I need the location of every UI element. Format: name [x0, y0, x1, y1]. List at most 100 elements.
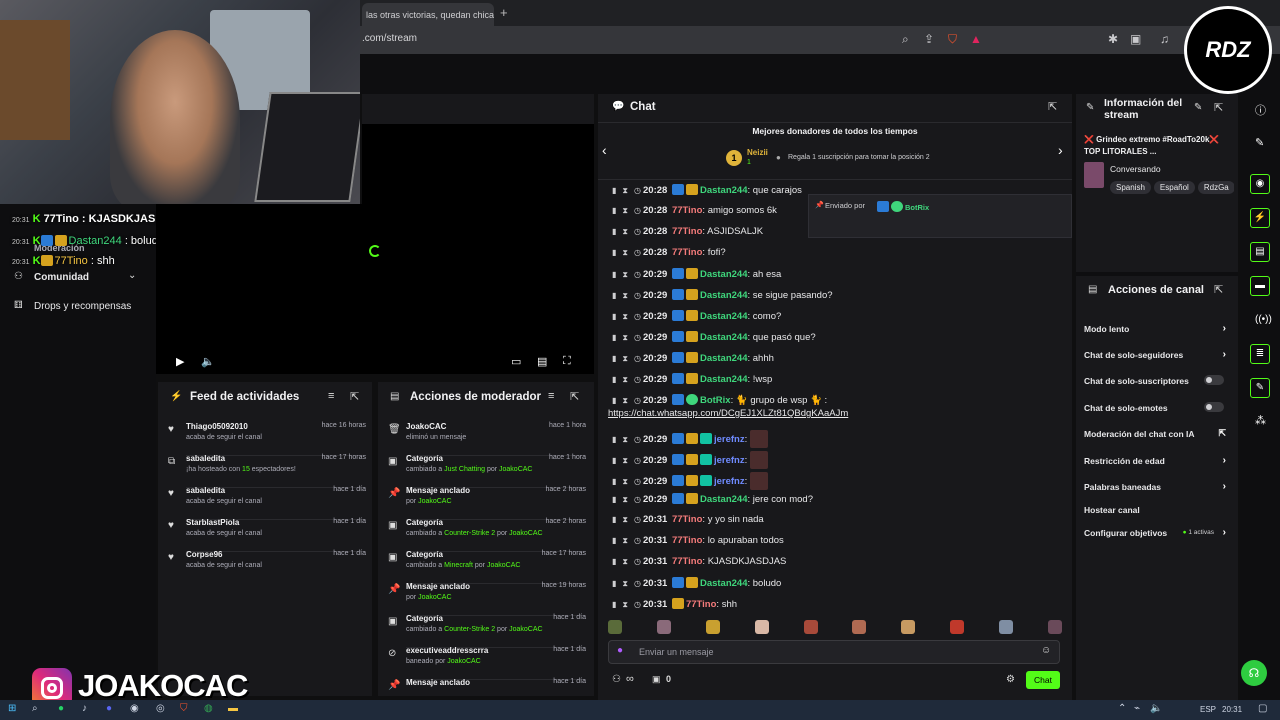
chat-username[interactable]: 77Tino — [672, 556, 702, 567]
broadcast-icon[interactable]: ((•)) — [1255, 314, 1272, 325]
info-icon[interactable]: ⓘ — [1255, 102, 1266, 118]
chat-username[interactable]: 77Tino — [672, 535, 702, 546]
emote-icon[interactable] — [999, 620, 1013, 634]
popout-icon[interactable]: ⇱ — [1214, 101, 1223, 114]
top-donor-name[interactable]: Neizii — [747, 148, 768, 157]
pin-action-icon[interactable]: ▮ — [612, 477, 616, 486]
emote-icon[interactable] — [950, 620, 965, 634]
chat-input[interactable]: ● Enviar un mensaje ☺ — [608, 640, 1060, 664]
chat-button[interactable]: ▬ — [1250, 276, 1270, 296]
toggle-switch[interactable] — [1204, 402, 1224, 412]
volume-icon[interactable]: 🔈 — [1150, 703, 1162, 714]
pin-action-icon[interactable]: ▮ — [612, 270, 616, 279]
timeout-icon[interactable]: ⧗ — [622, 435, 628, 444]
chrome-icon[interactable]: ◍ — [204, 703, 213, 714]
mod-action-item[interactable]: ▣ Categoría cambiado a Just Chatting por J… — [386, 454, 586, 488]
timeout-icon[interactable]: ⧗ — [622, 227, 628, 236]
mod-action-item[interactable]: ▣ Categoría cambiado a Counter-Strike 2 po… — [386, 518, 586, 552]
timeout-icon[interactable]: ⧗ — [622, 354, 628, 363]
timeout-icon[interactable]: ⧗ — [622, 186, 628, 195]
chat-username[interactable]: Dastan244 — [700, 374, 748, 385]
mod-action-item[interactable]: 🗑 JoakoCAC eliminó un mensaje hace 1 hora — [386, 422, 586, 456]
timeout-icon[interactable]: ⧗ — [622, 600, 628, 609]
tag[interactable]: Español — [1153, 181, 1195, 194]
stream-category[interactable]: Conversando — [1110, 164, 1161, 174]
tag[interactable]: RdzGa — [1197, 181, 1234, 194]
emote-icon[interactable] — [901, 620, 916, 634]
chat-username[interactable]: Dastan244 — [700, 332, 748, 343]
pin-action-icon[interactable]: ▮ — [612, 227, 616, 236]
timeout-icon[interactable]: ⧗ — [622, 456, 628, 465]
chat-username[interactable]: 77Tino — [686, 599, 716, 610]
share-icon[interactable]: ⇪ — [924, 32, 934, 46]
bolt-button[interactable]: ⚡ — [1250, 208, 1270, 228]
tiktok-icon[interactable]: ♪ — [82, 703, 87, 714]
address-bar[interactable]: .com/stream — [362, 33, 417, 44]
channel-action-item[interactable]: Chat de solo-emotes — [1084, 402, 1232, 413]
pin-action-icon[interactable]: ▮ — [612, 435, 616, 444]
emote-icon[interactable] — [852, 620, 867, 634]
pin-action-icon[interactable]: ▮ — [612, 515, 616, 524]
chat-message[interactable]: ▮ ⧗ ◷ 20:31 77Tino: y yo sin nada — [612, 514, 764, 525]
chat-message[interactable]: ▮ ⧗ ◷ 20:29 BotRix: 🐈 grupo de wsp 🐈 : — [612, 394, 827, 406]
video-player[interactable] — [362, 94, 594, 374]
zoom-icon[interactable]: ⌕ — [902, 32, 909, 47]
chat-message[interactable]: ▮ ⧗ ◷ 20:29 Dastan244: jere con mod? — [612, 493, 813, 505]
emote-icon[interactable] — [754, 620, 769, 634]
whatsapp-link[interactable]: https://chat.whatsapp.com/DCgEJ1XLZt81QB… — [608, 408, 848, 419]
popout-icon[interactable]: ⇱ — [350, 390, 359, 403]
chat-message[interactable]: ▮ ⧗ ◷ 20:29 jerefnz: — [612, 472, 770, 490]
pin-action-icon[interactable]: ▮ — [612, 312, 616, 321]
tag[interactable]: Spanish — [1110, 181, 1151, 194]
chat-username[interactable]: Dastan244 — [700, 269, 748, 280]
chat-message[interactable]: ▮ ⧗ ◷ 20:31 77Tino: KJASDKJASDJAS — [612, 556, 786, 567]
clock[interactable]: 20:31 — [1222, 705, 1242, 714]
chat-send-button[interactable]: Chat — [1026, 671, 1060, 689]
chat-message[interactable]: ▮ ⧗ ◷ 20:28 77Tino: fofi? — [612, 247, 726, 258]
pip-icon[interactable]: ▤ — [537, 355, 547, 368]
browser-tab[interactable]: las otras victorias, quedan chicas — [362, 3, 494, 26]
popout-icon[interactable]: ⇱ — [570, 390, 579, 403]
nav-drops[interactable]: Drops y recompensas — [34, 301, 131, 312]
obs-icon[interactable]: ◎ — [156, 703, 165, 714]
network-icon[interactable]: ⌁ — [1134, 703, 1140, 714]
feed-item[interactable]: ♥ StarblastPiola acaba de seguir el cana… — [166, 518, 366, 552]
support-headset-icon[interactable]: ☊ — [1241, 660, 1267, 686]
language-indicator[interactable]: ESP — [1200, 705, 1216, 714]
channel-action-item[interactable]: Restricción de edad › — [1084, 455, 1232, 466]
feed-item[interactable]: ♥ sabaledita acaba de seguir el canal ha… — [166, 486, 366, 520]
chat-message[interactable]: ▮ ⧗ ◷ 20:28 77Tino: ASJIDSALJK — [612, 226, 763, 237]
emoji-icon[interactable]: ☺ — [1041, 645, 1051, 656]
timeout-icon[interactable]: ⧗ — [622, 248, 628, 257]
channel-action-item[interactable]: Hostear canal — [1084, 505, 1232, 515]
chat-username[interactable]: 77Tino — [672, 514, 702, 525]
pin-action-icon[interactable]: ▮ — [612, 579, 616, 588]
windows-start-icon[interactable]: ⊞ — [8, 703, 16, 714]
pin-action-icon[interactable]: ▮ — [612, 206, 616, 215]
pin-action-icon[interactable]: ▮ — [612, 536, 616, 545]
pin-action-icon[interactable]: ▮ — [612, 248, 616, 257]
chat-username[interactable]: 77Tino — [672, 226, 702, 237]
timeout-icon[interactable]: ⧗ — [622, 312, 628, 321]
chat-username[interactable]: Dastan244 — [700, 311, 748, 322]
pin-action-icon[interactable]: ▮ — [612, 557, 616, 566]
list-button[interactable]: ≣ — [1250, 344, 1270, 364]
chat-username[interactable]: Dastan244 — [700, 290, 748, 301]
pin-action-icon[interactable]: ▮ — [612, 291, 616, 300]
extensions-icon[interactable]: ✱ — [1108, 32, 1118, 46]
folder-icon[interactable]: ▬ — [228, 703, 238, 714]
chat-username[interactable]: jerefnz — [714, 455, 745, 466]
chat-message[interactable]: ▮ ⧗ ◷ 20:31 77Tino: shh — [612, 598, 737, 610]
chat-message[interactable]: ▮ ⧗ ◷ 20:28 77Tino: amigo somos 6k — [612, 205, 777, 216]
pencil-icon[interactable]: ✎ — [1255, 136, 1264, 149]
new-tab-button[interactable]: + — [500, 5, 508, 20]
channel-action-item[interactable]: Chat de solo-suscriptores — [1084, 375, 1232, 386]
edit-icon[interactable]: ✎ — [1194, 102, 1202, 113]
whatsapp-icon[interactable]: ● — [58, 703, 64, 714]
chat-message[interactable]: ▮ ⧗ ◷ 20:31 77Tino: lo apuraban todos — [612, 535, 784, 546]
timeout-icon[interactable]: ⧗ — [622, 495, 628, 504]
chat-username[interactable]: Dastan244 — [700, 353, 748, 364]
chat-message[interactable]: ▮ ⧗ ◷ 20:29 jerefnz: — [612, 451, 770, 469]
mod-action-item[interactable]: 📌 Mensaje anclado por JoakoCAC hace 19 hora… — [386, 582, 586, 616]
fullscreen-icon[interactable]: ⛶ — [563, 355, 571, 368]
